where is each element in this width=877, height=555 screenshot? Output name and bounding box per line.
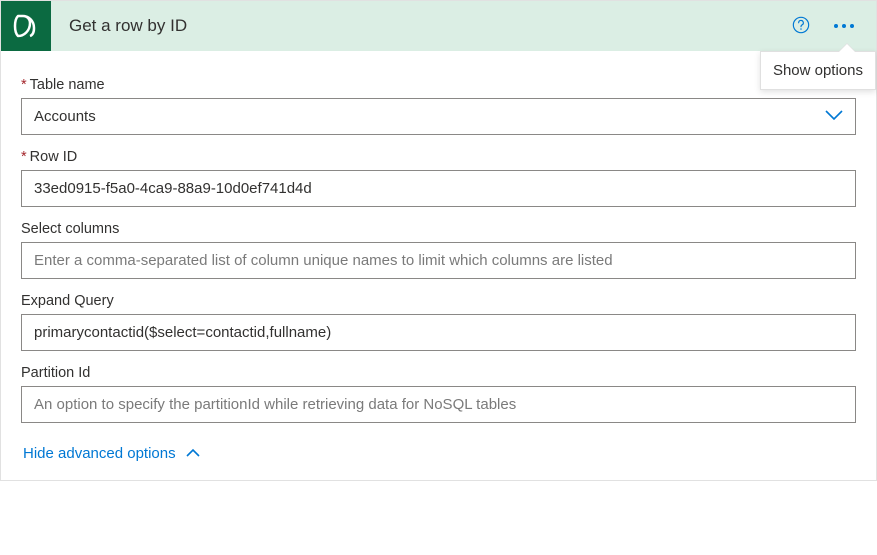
hide-advanced-options-toggle[interactable]: Hide advanced options <box>21 445 200 462</box>
row-id-label: *Row ID <box>21 149 856 165</box>
options-tooltip: Show options <box>760 51 876 90</box>
field-partition-id: Partition Id <box>21 365 856 423</box>
select-columns-label: Select columns <box>21 221 856 237</box>
partition-id-label: Partition Id <box>21 365 856 381</box>
select-columns-input-wrapper <box>21 242 856 279</box>
table-name-select[interactable]: Accounts <box>21 98 856 135</box>
field-row-id: *Row ID <box>21 149 856 207</box>
partition-id-input[interactable] <box>34 396 843 413</box>
required-marker: * <box>21 149 27 165</box>
toggle-label: Hide advanced options <box>23 445 176 462</box>
row-id-input[interactable] <box>34 180 843 197</box>
more-options-icon[interactable] <box>832 17 856 35</box>
header-actions <box>792 16 876 37</box>
table-name-label: *Table name <box>21 77 856 93</box>
dataverse-icon <box>11 11 41 41</box>
expand-query-input-wrapper <box>21 314 856 351</box>
expand-query-label: Expand Query <box>21 293 856 309</box>
card-title: Get a row by ID <box>51 16 792 36</box>
select-columns-input[interactable] <box>34 252 843 269</box>
required-marker: * <box>21 77 27 93</box>
chevron-up-icon <box>186 445 200 462</box>
field-table-name: *Table name Accounts <box>21 77 856 135</box>
row-id-input-wrapper <box>21 170 856 207</box>
card-body: *Table name Accounts *Row ID Select <box>1 51 876 480</box>
connector-icon <box>1 1 51 51</box>
card-header: Get a row by ID Show options <box>1 1 876 51</box>
table-name-value: Accounts <box>34 108 96 125</box>
expand-query-input[interactable] <box>34 324 843 341</box>
action-card: Get a row by ID Show options <box>0 0 877 481</box>
partition-id-input-wrapper <box>21 386 856 423</box>
field-select-columns: Select columns <box>21 221 856 279</box>
field-expand-query: Expand Query <box>21 293 856 351</box>
help-icon[interactable] <box>792 16 810 37</box>
chevron-down-icon <box>825 108 843 125</box>
